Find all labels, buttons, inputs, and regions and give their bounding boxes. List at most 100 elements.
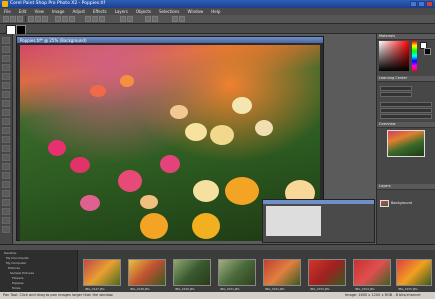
color-picker[interactable] (379, 41, 409, 71)
document-title-bar[interactable]: Poppies.tif* @ 25% (Background) (17, 37, 323, 43)
option-slider[interactable] (380, 102, 432, 107)
palette-icon[interactable] (172, 16, 178, 22)
flower (192, 213, 220, 239)
flower (225, 177, 259, 205)
pan-tool-icon[interactable] (2, 37, 10, 44)
layer-thumbnail[interactable] (380, 200, 389, 207)
dropper-icon[interactable] (2, 100, 10, 107)
materials-label: Materials (379, 34, 396, 38)
thumbnail[interactable] (218, 259, 256, 286)
close-button[interactable] (426, 1, 433, 7)
pick-tool-icon[interactable] (2, 55, 10, 62)
undo-icon[interactable] (35, 16, 41, 22)
straighten-icon[interactable] (2, 118, 10, 125)
scratch-remover-icon[interactable] (2, 154, 10, 161)
menu-edit[interactable]: Edit (15, 9, 31, 14)
redo-icon[interactable] (42, 16, 48, 22)
hue-strip[interactable] (412, 41, 417, 71)
crop-icon[interactable] (92, 16, 98, 22)
flower (232, 97, 252, 114)
menu-help[interactable]: Help (207, 9, 224, 14)
browse-icon[interactable] (85, 16, 91, 22)
materials-palette-header[interactable]: Materials (377, 34, 435, 40)
text-tool-icon[interactable] (2, 208, 10, 215)
learning-center-header[interactable]: Learning Center (377, 76, 435, 82)
effects-icon[interactable] (127, 16, 133, 22)
move-tool-icon[interactable] (2, 64, 10, 71)
zoom-tool-icon[interactable] (2, 46, 10, 53)
save-icon[interactable] (17, 16, 23, 22)
menu-objects[interactable]: Objects (132, 9, 155, 14)
thumbnail-caption: IMG_0150.JPG (175, 287, 195, 291)
freehand-selection-icon[interactable] (2, 82, 10, 89)
adjust-icon[interactable] (120, 16, 126, 22)
thumbnail[interactable] (353, 259, 391, 286)
thumbnail[interactable] (396, 259, 432, 286)
lighten-darken-icon[interactable] (2, 181, 10, 188)
option-slider[interactable] (380, 108, 432, 113)
menu-image[interactable]: Image (48, 9, 69, 14)
right-palettes: Materials Learning Center Overview Layer… (376, 34, 435, 244)
window-title: Corel Paint Shop Pro Photo X2 - Poppies.… (10, 1, 106, 6)
toolbar-divider (25, 16, 26, 22)
thumbnail[interactable] (83, 259, 121, 286)
thumbnail[interactable] (263, 259, 301, 286)
copy-icon[interactable] (62, 16, 68, 22)
thumbnail[interactable] (308, 259, 346, 286)
learning-center-label: Learning Center (379, 76, 408, 80)
cut-icon[interactable] (55, 16, 61, 22)
overview-palette-header[interactable]: Overview (377, 122, 435, 128)
resize-icon[interactable] (99, 16, 105, 22)
pen-tool-icon[interactable] (2, 226, 10, 233)
thumbnail-caption: IMG_0152.JPG (265, 287, 285, 291)
tree-item[interactable]: Tulips (12, 286, 20, 290)
open-icon[interactable] (10, 16, 16, 22)
makeover-icon[interactable] (2, 136, 10, 143)
paint-brush-icon[interactable] (2, 163, 10, 170)
crop-tool-icon[interactable] (2, 109, 10, 116)
new-icon[interactable] (3, 16, 9, 22)
tree-item[interactable]: Sample Pictures (10, 271, 34, 275)
airbrush-icon[interactable] (2, 172, 10, 179)
paste-icon[interactable] (69, 16, 75, 22)
histogram-title-bar[interactable] (263, 200, 374, 204)
tree-item[interactable]: Pictures (8, 266, 20, 270)
menu-view[interactable]: View (30, 9, 48, 14)
fill-icon[interactable] (2, 199, 10, 206)
flower (90, 85, 106, 97)
run-script-icon[interactable] (152, 16, 158, 22)
minimize-button[interactable] (410, 1, 417, 7)
menu-effects[interactable]: Effects (89, 9, 111, 14)
tree-item[interactable]: Poppies (12, 281, 24, 285)
layers-icon[interactable] (179, 16, 185, 22)
tree-item[interactable]: My Documents (6, 256, 28, 260)
menu-layers[interactable]: Layers (111, 9, 132, 14)
tree-item[interactable]: Desktop (4, 251, 16, 255)
script-icon[interactable] (145, 16, 151, 22)
maximize-button[interactable] (418, 1, 425, 7)
background-material[interactable] (424, 48, 431, 55)
eraser-icon[interactable] (2, 190, 10, 197)
clone-brush-icon[interactable] (2, 145, 10, 152)
tree-item[interactable]: My Computer (6, 261, 26, 265)
layers-palette-header[interactable]: Layers (377, 184, 435, 190)
print-icon[interactable] (28, 16, 34, 22)
menu-adjust[interactable]: Adjust (68, 9, 89, 14)
thumbnail-caption: IMG_0154.JPG (355, 287, 375, 291)
menu-selections[interactable]: Selections (155, 9, 184, 14)
tree-item[interactable]: Flowers (12, 276, 24, 280)
red-eye-icon[interactable] (2, 127, 10, 134)
thumbnail[interactable] (128, 259, 166, 286)
preset-shape-icon[interactable] (2, 217, 10, 224)
selection-tool-icon[interactable] (2, 73, 10, 80)
option-slider[interactable] (380, 92, 412, 97)
magic-wand-icon[interactable] (2, 91, 10, 98)
thumbnail[interactable] (173, 259, 211, 286)
overview-thumbnail[interactable] (387, 130, 425, 157)
option-slider[interactable] (380, 114, 432, 119)
option-slider[interactable] (380, 86, 412, 91)
layer-name[interactable]: Background (391, 201, 412, 205)
menu-window[interactable]: Window (184, 9, 208, 14)
flower (185, 123, 207, 141)
menu-file[interactable]: File (0, 9, 15, 14)
